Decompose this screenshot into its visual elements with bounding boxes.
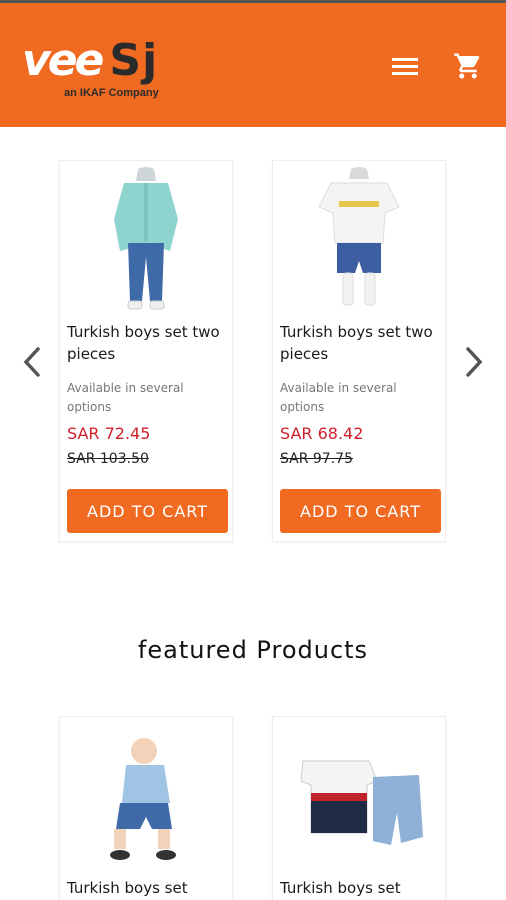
product-card[interactable]: Turkish boys set two pieces Available in… (272, 160, 446, 542)
logo-suffix: Sj (109, 35, 159, 86)
brand-logo[interactable]: vee Sj an IKAF Company (20, 35, 220, 105)
product-title[interactable]: Turkish boys set two pieces (67, 321, 227, 365)
product-image[interactable] (60, 717, 232, 872)
featured-products-heading: featured Products (137, 636, 369, 664)
logo-prefix: v (22, 35, 51, 86)
product-image[interactable] (273, 161, 445, 316)
product-image[interactable] (273, 717, 445, 872)
product-title[interactable]: Turkish boys set (67, 877, 227, 899)
add-to-cart-button[interactable]: ADD TO CART (280, 489, 441, 533)
featured-product-card[interactable]: Turkish boys set (272, 716, 446, 900)
product-old-price: SAR 97.75 (280, 451, 353, 467)
add-to-cart-button[interactable]: ADD TO CART (67, 489, 228, 533)
product-subtitle: Available in several options (67, 381, 184, 414)
product-price: SAR 72.45 (67, 424, 151, 443)
product-card[interactable]: Turkish boys set two pieces Available in… (59, 160, 233, 542)
product-title[interactable]: Turkish boys set (280, 877, 440, 899)
logo-text: ee (47, 35, 105, 86)
product-price: SAR 68.42 (280, 424, 364, 443)
hamburger-menu-icon[interactable] (390, 55, 420, 79)
product-old-price: SAR 103.50 (67, 451, 149, 467)
logo-wordmark: vee Sj (22, 35, 158, 86)
chevron-right-icon[interactable] (462, 345, 486, 379)
logo-tagline: an IKAF Company (64, 87, 159, 99)
chevron-left-icon[interactable] (20, 345, 44, 379)
product-image[interactable] (60, 161, 232, 316)
featured-product-card[interactable]: Turkish boys set (59, 716, 233, 900)
app-header: vee Sj an IKAF Company (0, 0, 506, 127)
shopping-cart-icon[interactable] (452, 51, 484, 81)
product-subtitle: Available in several options (280, 381, 397, 414)
product-title[interactable]: Turkish boys set two pieces (280, 321, 440, 365)
